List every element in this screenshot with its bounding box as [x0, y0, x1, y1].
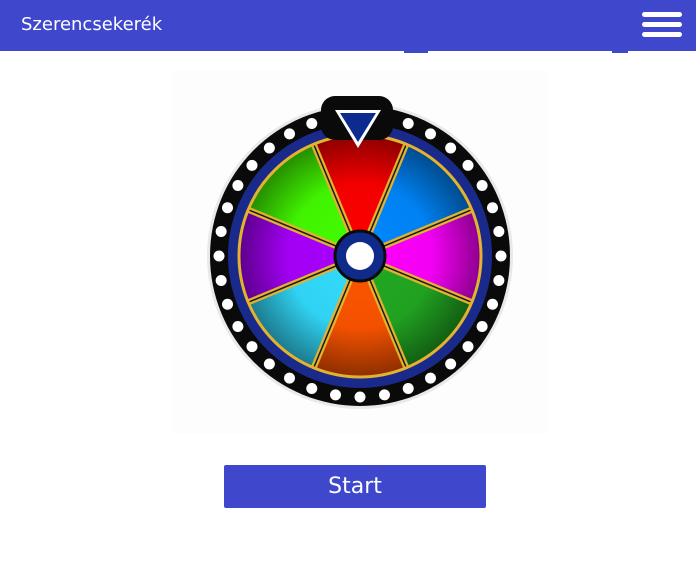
wheel-bulb: [330, 389, 342, 401]
wheel-bulb: [486, 202, 498, 214]
menu-line: [642, 22, 682, 27]
wheel-bulb: [232, 180, 244, 191]
hamburger-menu-icon[interactable]: [638, 9, 686, 41]
wheel-bulb: [306, 382, 318, 394]
wheel-bulb: [263, 142, 275, 154]
wheel-bulb: [378, 389, 390, 401]
wheel-bulb: [402, 382, 414, 394]
wheel-bulb: [495, 250, 507, 262]
wheel-bulb: [306, 118, 318, 130]
wheel-bulb: [462, 341, 474, 353]
wheel-bulb: [284, 128, 295, 140]
wheel-bulb: [246, 159, 258, 171]
wheel-bulb: [493, 226, 505, 238]
wheel-bulb: [232, 321, 244, 332]
menu-line: [642, 12, 682, 17]
wheel-bulb: [462, 159, 474, 171]
wheel-bulb: [445, 358, 457, 370]
wheel-bulb: [354, 391, 366, 403]
header-edge-mark: [612, 51, 628, 53]
wheel-bulb: [476, 180, 488, 191]
wheel-bulb: [213, 250, 225, 262]
wheel-bulb: [476, 321, 488, 332]
wheel-bulb: [215, 274, 227, 286]
wheel-bulb: [425, 128, 436, 140]
wheel-bulb: [246, 341, 258, 353]
wheel-bulb: [222, 298, 234, 310]
wheel-bulb: [215, 226, 227, 238]
wheel-bulb: [486, 298, 498, 310]
wheel-bulb: [402, 118, 414, 130]
wheel-panel: [172, 70, 548, 434]
app-title: Szerencsekerék: [21, 14, 163, 35]
prize-wheel-icon[interactable]: [172, 70, 548, 434]
menu-line: [642, 32, 682, 37]
header-edge-mark: [404, 51, 428, 53]
wheel-bulb: [445, 142, 457, 154]
app-header: Szerencsekerék: [0, 0, 696, 51]
wheel-bulb: [493, 274, 505, 286]
wheel-bulb: [284, 372, 295, 384]
wheel-hub-center: [346, 242, 374, 270]
wheel-bulb: [263, 358, 275, 370]
wheel-bulb: [222, 202, 234, 214]
start-button[interactable]: Start: [224, 465, 486, 508]
wheel-bulb: [425, 372, 436, 384]
